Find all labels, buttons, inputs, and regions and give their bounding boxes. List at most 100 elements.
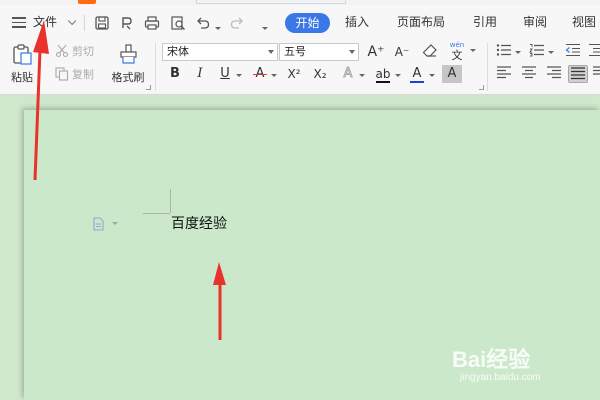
strikethrough-dropdown-icon[interactable] — [271, 74, 277, 77]
cut-label: 剪切 — [72, 45, 94, 58]
numbered-list-icon — [529, 44, 545, 61]
align-center-button[interactable] — [519, 65, 539, 83]
font-size-select[interactable]: 五号 — [279, 43, 359, 61]
copy-label: 复制 — [72, 68, 94, 81]
bullets-button[interactable] — [494, 43, 514, 61]
superscript-icon: X² — [287, 67, 301, 81]
tab-label: 插入 — [345, 15, 370, 29]
tab-page-layout[interactable]: 页面布局 — [397, 5, 445, 39]
italic-icon: I — [197, 66, 203, 81]
bulleted-list-icon — [496, 44, 512, 61]
paste-button[interactable]: 粘贴 — [6, 43, 38, 85]
highlight-dropdown-icon[interactable] — [395, 74, 401, 77]
tab-home[interactable]: 开始 — [285, 13, 330, 33]
output-pdf-icon[interactable] — [119, 15, 135, 31]
app-tab-indicator[interactable] — [78, 0, 96, 4]
superscript-button[interactable]: X² — [284, 65, 304, 83]
tab-label: 开始 — [295, 16, 320, 30]
menu-icon[interactable] — [12, 17, 26, 28]
chevron-down-icon — [349, 50, 355, 54]
pinyin-bottom: 文 — [451, 49, 463, 62]
pinyin-guide-button[interactable]: wén 文 — [445, 41, 469, 62]
underline-dropdown-icon[interactable] — [236, 74, 242, 77]
justify-icon — [570, 67, 586, 84]
redo-icon[interactable] — [229, 15, 245, 31]
tab-view[interactable]: 视图 — [572, 5, 596, 39]
divider — [155, 43, 156, 91]
decrease-indent-button[interactable] — [563, 43, 583, 61]
clear-formatting-button[interactable] — [420, 43, 440, 61]
paragraph-options-icon[interactable] — [92, 216, 106, 231]
pinyin-dropdown-icon[interactable] — [470, 49, 476, 52]
paste-label: 粘贴 — [11, 71, 33, 84]
font-color-dropdown-icon[interactable] — [429, 74, 435, 77]
text-effects-dropdown-icon[interactable] — [359, 74, 365, 77]
subscript-icon: X₂ — [313, 67, 327, 81]
underline-button[interactable]: U — [215, 65, 235, 83]
bold-button[interactable]: B — [165, 65, 185, 83]
character-shading-icon: A — [447, 66, 457, 81]
character-shading-button[interactable]: A — [442, 65, 462, 83]
scissors-icon — [55, 44, 69, 58]
tab-insert[interactable]: 插入 — [345, 5, 369, 39]
divider — [487, 43, 488, 91]
distributed-align-button[interactable] — [592, 65, 600, 83]
distributed-align-icon — [592, 66, 600, 83]
save-icon[interactable] — [94, 15, 110, 31]
workspace-background — [0, 96, 600, 110]
undo-dropdown-icon[interactable] — [215, 27, 221, 30]
copy-button[interactable]: 复制 — [55, 67, 94, 83]
chevron-down-icon — [268, 50, 274, 54]
tab-references[interactable]: 引用 — [473, 5, 497, 39]
grow-font-icon: A⁺ — [367, 44, 385, 60]
bold-icon: B — [170, 66, 180, 81]
numbering-button[interactable] — [527, 43, 547, 61]
divider — [84, 15, 85, 31]
tab-label: 审阅 — [523, 15, 548, 29]
increase-indent-icon — [588, 43, 600, 61]
customize-toolbar-dropdown-icon[interactable] — [262, 27, 268, 30]
font-name-select[interactable]: 宋体 — [162, 43, 278, 61]
tab-review[interactable]: 审阅 — [523, 5, 547, 39]
undo-icon[interactable] — [195, 15, 211, 31]
document-tab[interactable] — [196, 0, 346, 4]
document-body-text[interactable]: 百度经验 — [171, 213, 227, 233]
grow-font-button[interactable]: A⁺ — [366, 43, 386, 61]
bullets-dropdown-icon[interactable] — [515, 51, 521, 54]
font-dialog-launcher[interactable] — [479, 85, 484, 90]
numbering-dropdown-icon[interactable] — [548, 51, 554, 54]
watermark-url: jingyan.baidu.com — [460, 372, 541, 383]
ribbon-toolbar: 粘贴 剪切 复制 格式刷 宋体 五号 A⁺ A⁻ wén 文 B I U A X… — [0, 39, 600, 95]
format-painter-button[interactable]: 格式刷 — [106, 43, 150, 85]
watermark-logo: Bai经验 — [452, 347, 531, 372]
align-right-button[interactable] — [544, 65, 564, 83]
subscript-button[interactable]: X₂ — [310, 65, 330, 83]
font-color-button[interactable]: A — [407, 65, 427, 83]
justify-button[interactable] — [568, 65, 588, 83]
print-preview-icon[interactable] — [170, 15, 186, 31]
font-name-value: 宋体 — [167, 45, 189, 58]
brush-icon — [117, 43, 139, 65]
page-margin-mark — [143, 213, 170, 214]
baidu-jingyan-watermark: Bai经验 jingyan.baidu.com — [452, 338, 592, 394]
align-left-button[interactable] — [494, 65, 514, 83]
font-color-icon: A — [412, 66, 422, 81]
clipboard-dialog-launcher[interactable] — [146, 85, 151, 90]
paste-icon — [11, 43, 33, 65]
increase-indent-button[interactable] — [588, 43, 600, 61]
file-menu-label: 文件 — [33, 15, 58, 29]
print-icon[interactable] — [144, 15, 160, 31]
italic-button[interactable]: I — [190, 65, 210, 83]
underline-icon: U — [220, 66, 230, 81]
shrink-font-button[interactable]: A⁻ — [392, 43, 412, 61]
highlight-color-bar — [376, 81, 390, 83]
paragraph-options-dropdown-icon[interactable] — [112, 222, 118, 225]
highlight-button[interactable]: ab — [373, 65, 393, 83]
highlight-icon: ab — [375, 67, 391, 81]
font-size-value: 五号 — [284, 45, 306, 58]
file-menu[interactable]: 文件 — [33, 5, 77, 39]
cut-button[interactable]: 剪切 — [55, 44, 94, 60]
strikethrough-button[interactable]: A — [250, 65, 270, 83]
text-effects-button[interactable]: A — [338, 65, 358, 83]
tab-label: 视图 — [572, 15, 597, 29]
